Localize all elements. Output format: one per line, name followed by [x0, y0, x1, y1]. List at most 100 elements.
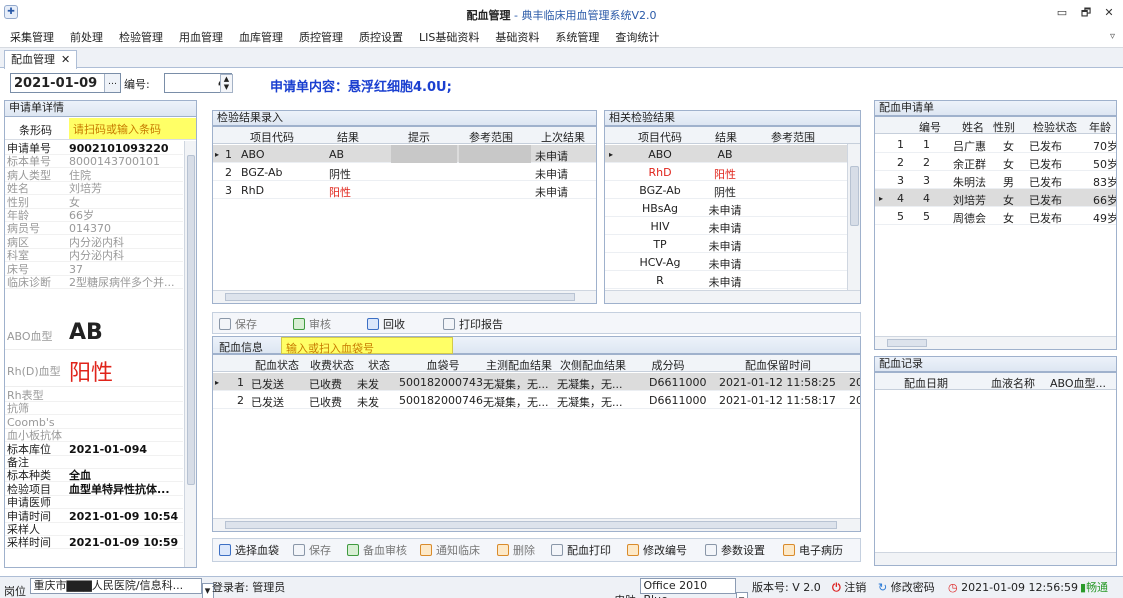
crossmatch-hscroll-thumb[interactable] — [225, 521, 837, 529]
notify-clinic-button[interactable]: 通知临床 — [420, 542, 480, 560]
minimize-button[interactable]: ▭ — [1053, 5, 1071, 21]
skin-select[interactable]: Office 2010 Blue — [639, 578, 736, 598]
test-entry-row[interactable]: 2 BGZ-Ab 阴性 未申请 — [213, 163, 596, 181]
delete-button[interactable]: 删除 — [497, 542, 535, 560]
menu-item-4[interactable]: 血库管理 — [231, 28, 291, 48]
date-picker[interactable]: 2021-01-09 … — [10, 73, 121, 93]
number-spinner[interactable]: ▲ ▼ — [220, 74, 233, 93]
detail-scrollbar[interactable] — [184, 141, 196, 567]
column-header[interactable]: 上次结果 — [533, 129, 593, 145]
request-list-row[interactable]: 1 1 吕广惠 女 已发布 70岁 — [875, 135, 1116, 153]
column-header[interactable]: 项目代码 — [627, 129, 693, 145]
close-tab-icon[interactable]: ✕ — [61, 53, 70, 66]
crossmatch-print-button[interactable]: 配血打印 — [551, 542, 611, 560]
column-header[interactable]: 姓名 — [953, 119, 993, 135]
cell-age: 50岁 — [1093, 158, 1117, 171]
tab-crossmatch[interactable]: 配血管理 ✕ — [4, 50, 78, 69]
edit-number-button[interactable]: 修改编号 — [627, 542, 687, 560]
detail-scroll-thumb[interactable] — [187, 155, 195, 485]
audit-button[interactable]: 审核 — [293, 316, 331, 334]
related-hscroll[interactable] — [605, 290, 860, 303]
request-list-row[interactable]: 2 2 余正群 女 已发布 50岁 — [875, 153, 1116, 171]
menu-item-2[interactable]: 检验管理 — [111, 28, 171, 48]
undo-button[interactable]: 回收 — [367, 316, 405, 334]
crossmatch-save-button[interactable]: 保存 — [293, 542, 331, 560]
test-entry-hscroll[interactable] — [213, 290, 596, 303]
test-entry-hscroll-thumb[interactable] — [225, 293, 575, 301]
menu-item-9[interactable]: 系统管理 — [547, 28, 607, 48]
post-select[interactable]: 重庆市▇▇▇人民医院/信息科... — [29, 578, 202, 594]
related-row[interactable]: TP 未申请 — [605, 235, 860, 253]
related-row[interactable]: R 未申请 — [605, 271, 860, 289]
related-row[interactable]: RhD 阳性 — [605, 163, 860, 181]
menu-item-3[interactable]: 用血管理 — [171, 28, 231, 48]
ribbon-collapse-icon[interactable]: ▿ — [1110, 31, 1115, 42]
blood-bag-scan-input[interactable]: 输入或扫入血袋号 — [281, 337, 453, 355]
column-header[interactable]: 配血日期 — [881, 375, 971, 391]
logout-button[interactable]: ⏻ 注销 — [832, 578, 866, 598]
column-header[interactable]: 结果 — [699, 129, 753, 145]
crossmatch-row[interactable]: ▸ 1 已发送 已收费 未发 5001820007435 无凝集，无... 无凝集，无... D… — [213, 373, 860, 391]
column-header[interactable]: ABO血型... — [1045, 375, 1111, 391]
close-window-button[interactable]: ✕ — [1100, 5, 1118, 21]
related-vscroll[interactable] — [847, 144, 860, 291]
record-hscroll[interactable] — [875, 552, 1116, 565]
result-save-button[interactable]: 保存 — [219, 316, 257, 334]
barcode-input[interactable]: 请扫码或输入条码 — [69, 118, 196, 139]
column-header[interactable]: 结果 — [313, 129, 383, 145]
column-header[interactable]: 年龄 — [1085, 119, 1115, 135]
crossmatch-hscroll[interactable] — [213, 518, 860, 531]
select-bag-button[interactable]: 选择血袋 — [219, 542, 279, 560]
menu-item-5[interactable]: 质控管理 — [291, 28, 351, 48]
column-header[interactable]: 配血状态 — [249, 357, 305, 373]
menu-item-6[interactable]: 质控设置 — [351, 28, 411, 48]
params-button[interactable]: 参数设置 — [705, 542, 765, 560]
column-header[interactable]: 参考范围 — [755, 129, 831, 145]
request-list-row[interactable]: 3 3 朱明法 男 已发布 83岁 — [875, 171, 1116, 189]
column-header[interactable]: 提示 — [389, 129, 449, 145]
column-header[interactable]: 参考范围 — [453, 129, 529, 145]
column-header[interactable]: 编号 — [915, 119, 945, 135]
related-row[interactable]: BGZ-Ab 阴性 — [605, 181, 860, 199]
crossmatch-row[interactable]: 2 已发送 已收费 未发 5001820007463 无凝集，无... 无凝集，无... D6… — [213, 391, 860, 409]
menu-item-7[interactable]: LIS基础资料 — [411, 28, 487, 48]
spin-up-icon[interactable]: ▲ — [224, 75, 229, 83]
column-header[interactable]: 项目代码 — [237, 129, 307, 145]
related-vscroll-thumb[interactable] — [850, 166, 859, 226]
post-label: 岗位 — [4, 585, 26, 598]
request-list-hscroll[interactable] — [875, 336, 1116, 349]
emr-button[interactable]: 电子病历 — [783, 542, 843, 560]
skin-dropdown-icon[interactable]: ▾ — [735, 592, 748, 598]
related-row[interactable]: HBsAg 未申请 — [605, 199, 860, 217]
window-title-sep: - — [510, 9, 522, 22]
spin-down-icon[interactable]: ▼ — [224, 83, 229, 91]
column-header[interactable]: 状态 — [357, 357, 401, 373]
menu-item-10[interactable]: 查询统计 — [607, 28, 667, 48]
related-row[interactable]: HIV 未申请 — [605, 217, 860, 235]
column-header[interactable]: 性别 — [989, 119, 1019, 135]
test-entry-row[interactable]: ▸ 1 ABO AB 未申请 — [213, 145, 596, 163]
column-header[interactable]: 次侧配血结果 — [557, 357, 629, 373]
request-list-hscroll-thumb[interactable] — [887, 339, 927, 347]
date-dropdown-button[interactable]: … — [104, 74, 120, 92]
menu-item-0[interactable]: 采集管理 — [2, 28, 62, 48]
request-list-row[interactable]: ▸ 4 4 刘培芳 女 已发布 66岁 — [875, 189, 1116, 207]
select-bag-label: 选择血袋 — [235, 544, 279, 557]
menu-item-8[interactable]: 基础资料 — [487, 28, 547, 48]
column-header[interactable]: 血袋号 — [405, 357, 481, 373]
column-header[interactable]: 主测配血结果 — [483, 357, 555, 373]
prep-audit-button[interactable]: 备血审核 — [347, 542, 407, 560]
column-header[interactable]: 成分码 — [633, 357, 703, 373]
change-password-button[interactable]: ↻ 修改密码 — [878, 578, 935, 598]
related-row[interactable]: HCV-Ag 未申请 — [605, 253, 860, 271]
column-header[interactable]: 收费状态 — [307, 357, 357, 373]
request-list-row[interactable]: 5 5 周德会 女 已发布 49岁 — [875, 207, 1116, 225]
restore-button[interactable]: 🗗 — [1077, 5, 1095, 21]
menu-item-1[interactable]: 前处理 — [62, 28, 111, 48]
column-header[interactable]: 血液名称 — [985, 375, 1041, 391]
print-report-button[interactable]: 打印报告 — [443, 316, 503, 334]
column-header[interactable]: 配血保留时间 — [713, 357, 843, 373]
test-entry-row[interactable]: 3 RhD 阳性 未申请 — [213, 181, 596, 199]
column-header[interactable]: 检验状态 — [1027, 119, 1083, 135]
related-row[interactable]: ▸ ABO AB — [605, 145, 860, 163]
